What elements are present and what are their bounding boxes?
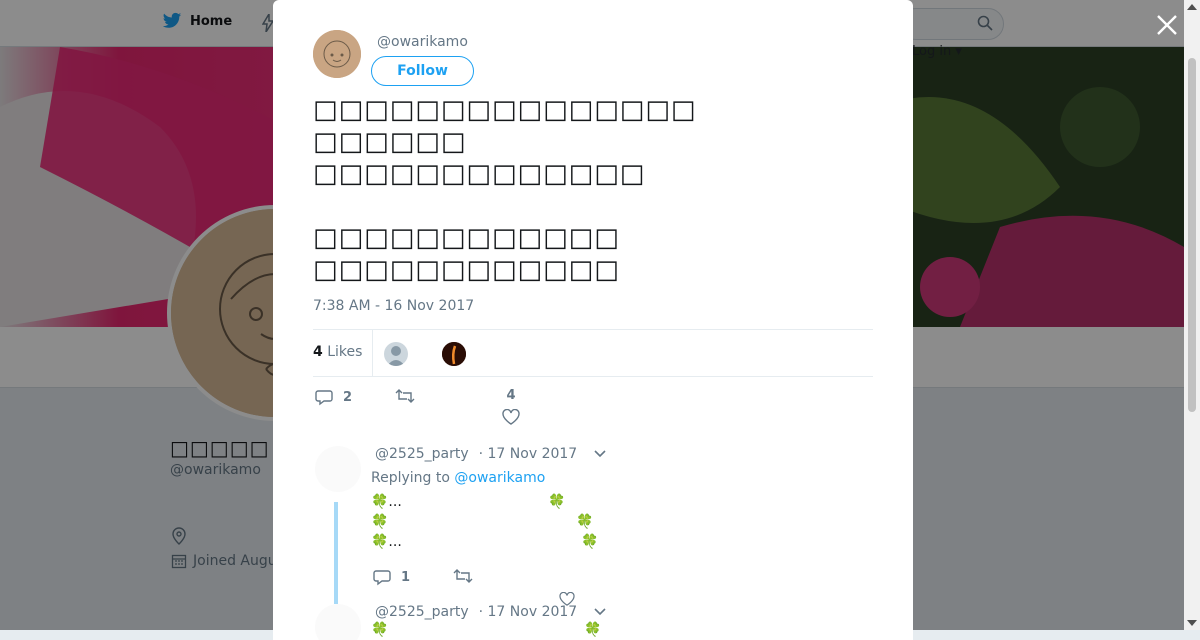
- replying-to: Replying to @owarikamo: [371, 470, 545, 486]
- scroll-down-icon[interactable]: [1187, 620, 1197, 626]
- retweet-icon: [453, 569, 473, 583]
- stats-divider: [372, 330, 373, 376]
- chevron-down-icon[interactable]: [593, 607, 607, 617]
- reply-handle[interactable]: @2525_party: [375, 604, 469, 620]
- reply-header: @2525_party · 17 Nov 2017: [375, 446, 607, 462]
- replying-prefix: Replying to: [371, 470, 450, 486]
- tweet-stats: 4 Likes: [313, 329, 873, 377]
- reply-text-line: 🍀...: [371, 494, 402, 510]
- close-icon[interactable]: [1155, 13, 1179, 37]
- reply-header: @2525_party · 17 Nov 2017: [375, 604, 607, 620]
- clover-decoration: 🍀: [584, 622, 602, 638]
- login-dropdown[interactable]: Log in ▾: [912, 44, 962, 59]
- clover-decoration: 🍀: [581, 534, 599, 550]
- reply-text-line: 🍀: [371, 622, 389, 638]
- likes-count: 4: [313, 344, 323, 360]
- likes-stat[interactable]: 4 Likes: [313, 344, 362, 360]
- chevron-down-icon[interactable]: [593, 449, 607, 459]
- heart-icon: [502, 409, 520, 425]
- liker-avatar[interactable]: [384, 342, 408, 366]
- like-button[interactable]: 4: [502, 388, 520, 425]
- replying-to-link[interactable]: @owarikamo: [454, 470, 545, 486]
- tweet-text: □□□□□□□□□□□□□□□ □□□□□□ □□□□□□□□□□□□□ □□□…: [313, 95, 697, 285]
- reply-reply-count: 1: [401, 569, 411, 585]
- like-count: 4: [506, 388, 516, 403]
- reply-button[interactable]: 2: [315, 388, 352, 406]
- clover-decoration: 🍀: [548, 494, 566, 510]
- retweet-button[interactable]: [395, 388, 415, 404]
- scroll-up-icon[interactable]: [1187, 4, 1197, 10]
- reply-icon: [315, 390, 333, 406]
- reply-icon: [373, 570, 391, 586]
- reply-date[interactable]: · 17 Nov 2017: [479, 604, 578, 620]
- reply-date[interactable]: · 17 Nov 2017: [479, 446, 578, 462]
- thread-line: [334, 502, 338, 604]
- tweet-author-handle[interactable]: @owarikamo: [377, 34, 468, 50]
- reply-text-line: 🍀...: [371, 534, 402, 550]
- reply-text-line: 🍀: [371, 514, 389, 530]
- reply-avatar[interactable]: [315, 446, 361, 492]
- reply-tweet[interactable]: @2525_party · 17 Nov 2017 Replying to @o…: [313, 446, 873, 606]
- reply-tweet[interactable]: @2525_party · 17 Nov 2017 🍀 🍀: [313, 604, 873, 640]
- reply-retweet-button[interactable]: [453, 568, 473, 584]
- likes-label: Likes: [327, 344, 363, 360]
- tweet-timestamp[interactable]: 7:38 AM - 16 Nov 2017: [313, 298, 474, 314]
- tweet-author-avatar[interactable]: [313, 30, 361, 78]
- liker-avatar[interactable]: [442, 342, 466, 366]
- reply-reply-button[interactable]: 1: [373, 568, 410, 586]
- follow-button[interactable]: Follow: [371, 56, 474, 86]
- page-scrollbar[interactable]: [1184, 0, 1200, 630]
- login-label: Log in: [912, 44, 952, 59]
- scrollbar-thumb[interactable]: [1188, 58, 1196, 412]
- reply-count: 2: [343, 389, 353, 405]
- tweet-modal: @owarikamo Follow □□□□□□□□□□□□□□□ □□□□□□…: [273, 0, 913, 640]
- clover-decoration: 🍀: [576, 514, 594, 530]
- reply-handle[interactable]: @2525_party: [375, 446, 469, 462]
- retweet-icon: [395, 389, 415, 403]
- reply-avatar[interactable]: [315, 604, 361, 640]
